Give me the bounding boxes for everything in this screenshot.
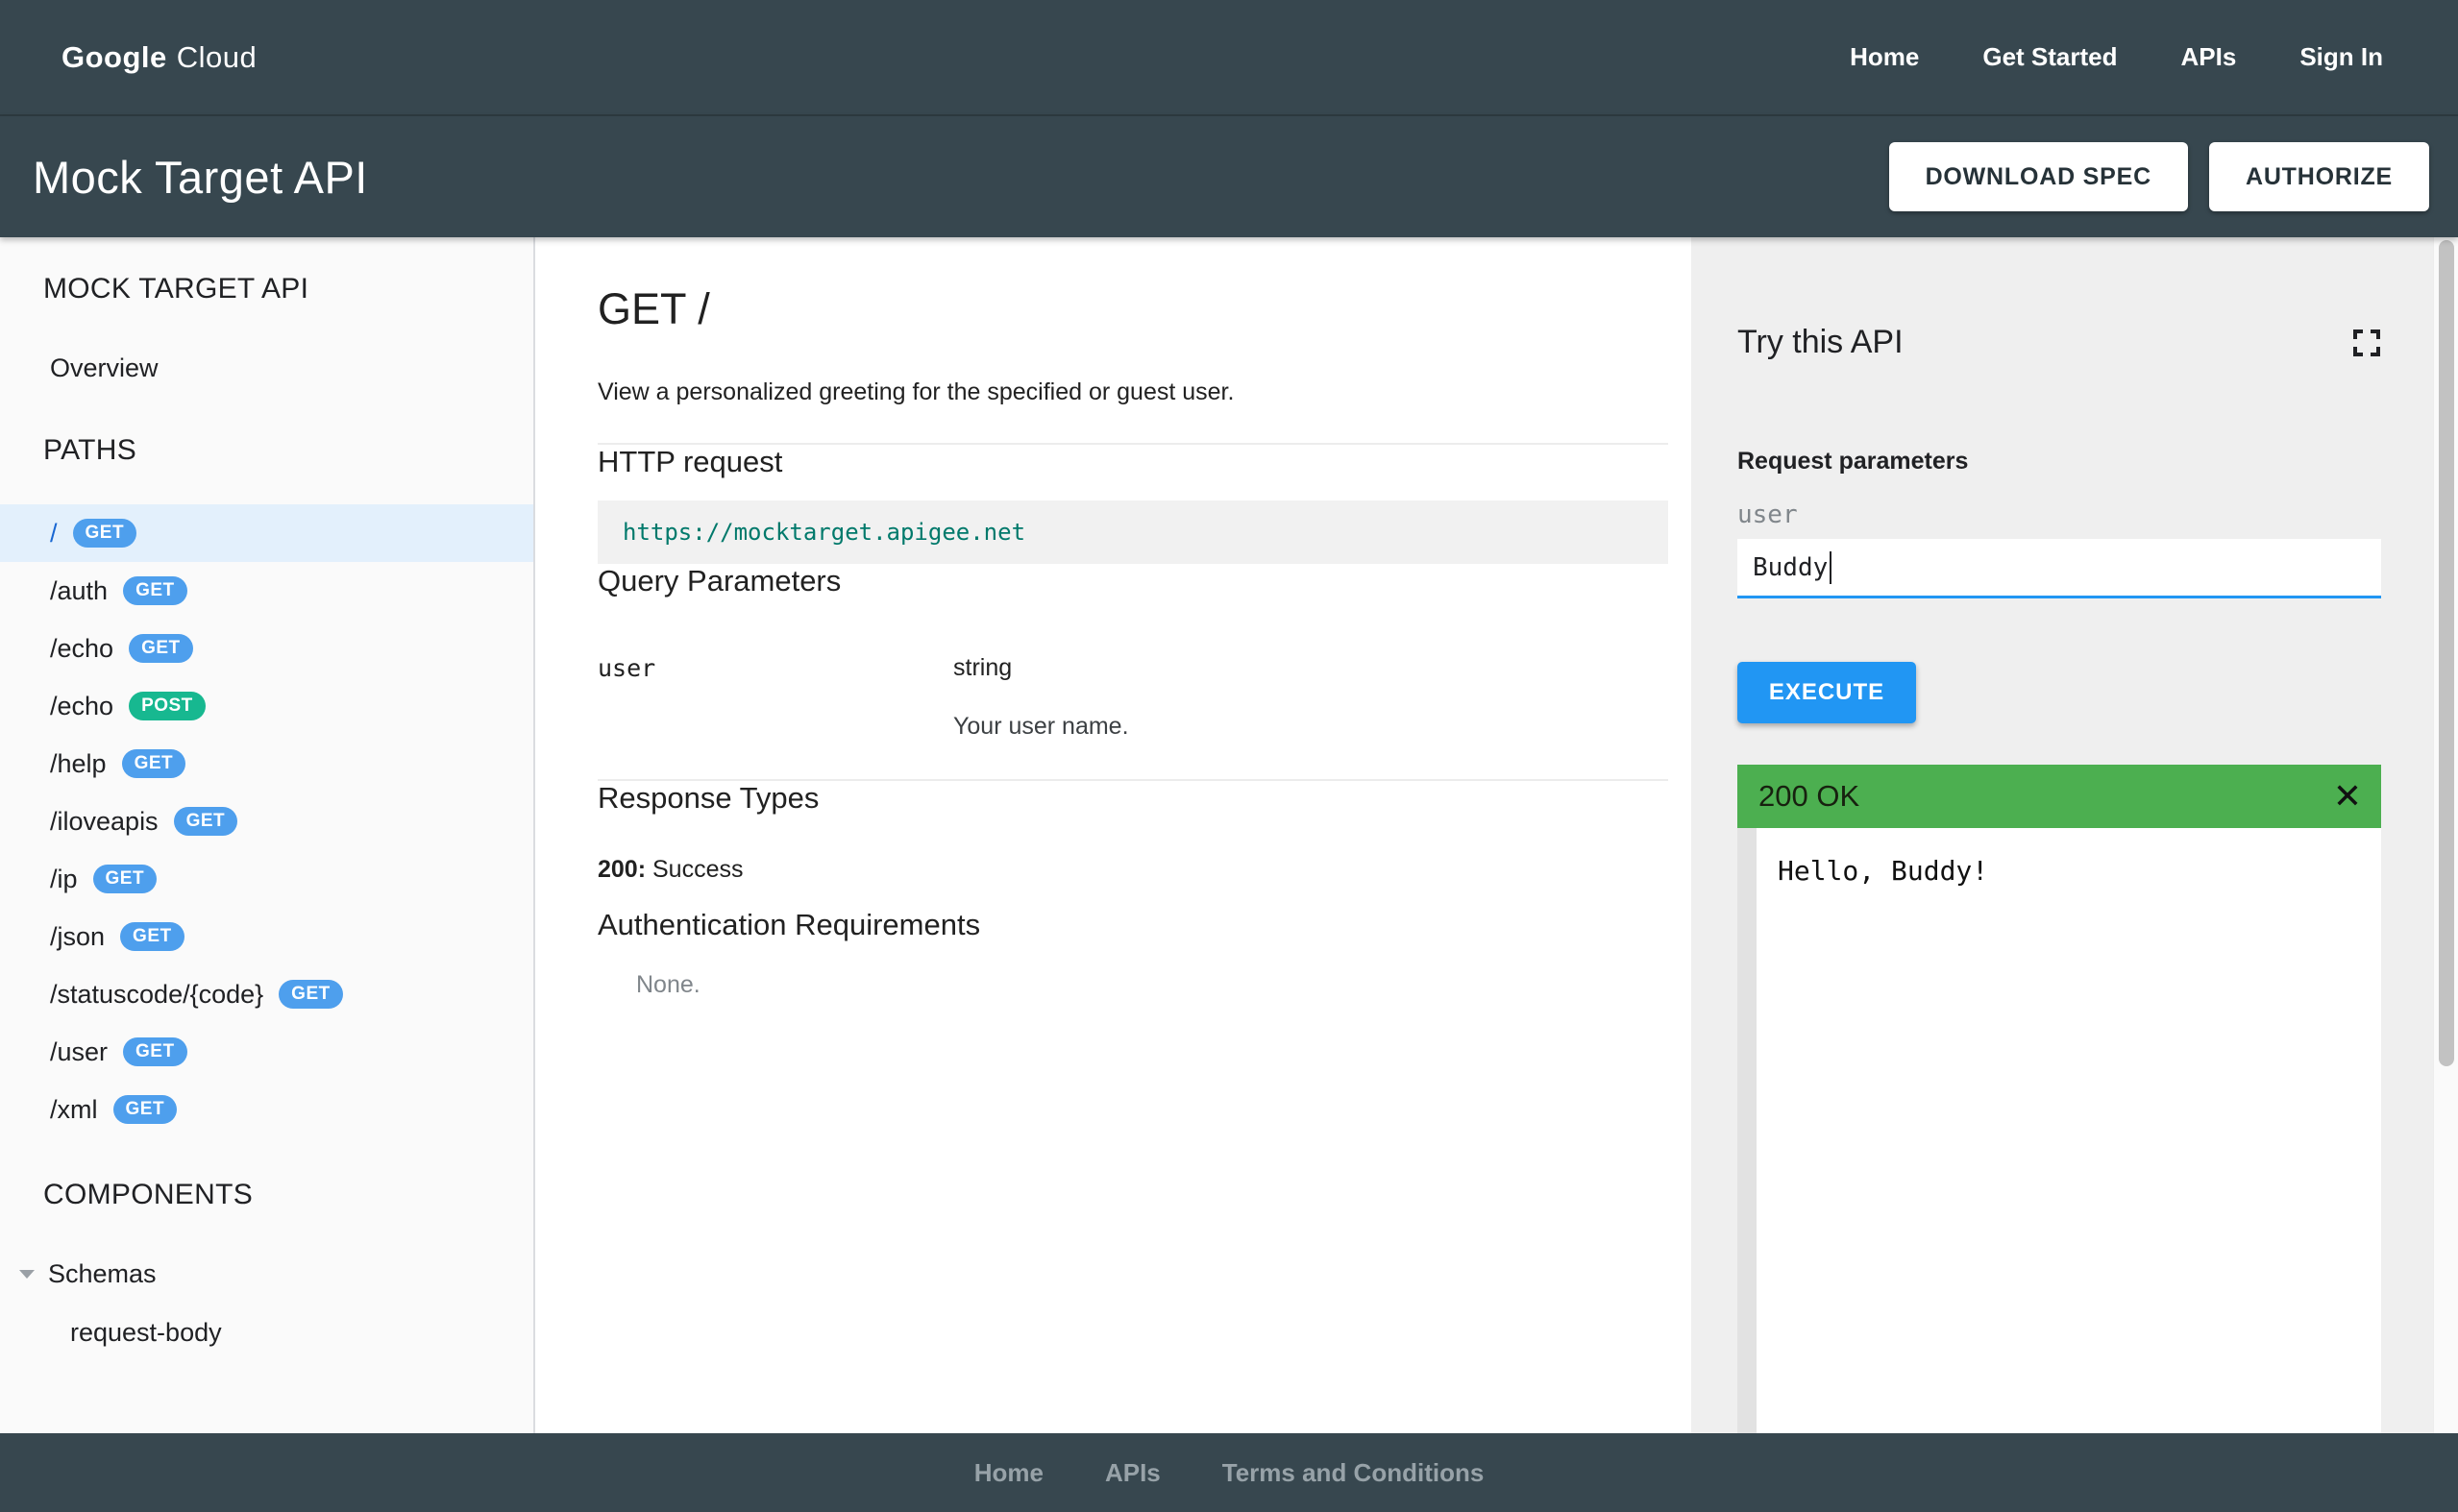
response-type-entry: 200: Success [598, 856, 1668, 884]
path-label: /echo [50, 691, 114, 720]
sidebar-paths-list: / GET /auth GET /echo GET /echo POST /he… [0, 504, 533, 1138]
sidebar-paths-heading: PATHS [43, 434, 137, 466]
path-label: /iloveapis [50, 806, 159, 836]
footer-link-home[interactable]: Home [974, 1458, 1044, 1488]
sidebar-components-heading: COMPONENTS [43, 1179, 254, 1210]
path-label: /help [50, 748, 107, 778]
sidebar-item-overview[interactable]: Overview [0, 341, 533, 395]
nav-link-get-started[interactable]: Get Started [1982, 42, 2117, 72]
top-nav: Google Cloud Home Get Started APIs Sign … [0, 0, 2458, 116]
sidebar-item-path-user[interactable]: /user GET [0, 1023, 533, 1081]
response-body-row: Hello, Buddy! [1737, 828, 2381, 1433]
path-label: /xml [50, 1094, 98, 1124]
footer-link-terms[interactable]: Terms and Conditions [1222, 1458, 1485, 1488]
sidebar-api-title: MOCK TARGET API [43, 273, 309, 305]
sidebar-item-path-json[interactable]: /json GET [0, 908, 533, 965]
page-header: Mock Target API DOWNLOAD SPEC AUTHORIZE [0, 116, 2458, 237]
nav-links: Home Get Started APIs Sign In [1850, 42, 2383, 72]
query-parameter-name: user [598, 654, 656, 682]
method-badge-get: GET [123, 576, 187, 605]
response-status-bar: 200 OK ✕ [1737, 765, 2381, 828]
method-badge-get: GET [123, 1037, 187, 1066]
sidebar: MOCK TARGET API Overview PATHS / GET /au… [0, 237, 535, 1433]
execute-button[interactable]: EXECUTE [1737, 662, 1916, 723]
sidebar-item-path-auth[interactable]: /auth GET [0, 562, 533, 620]
query-parameter-description: Your user name. [953, 713, 1129, 740]
user-param-value: Buddy [1753, 552, 1829, 582]
endpoint-description: View a personalized greeting for the spe… [598, 378, 1235, 405]
text-caret [1830, 550, 1832, 584]
logo-google-text: Google [61, 39, 167, 74]
footer-link-apis[interactable]: APIs [1105, 1458, 1161, 1488]
auth-requirements-heading: Authentication Requirements [598, 908, 981, 941]
path-label: /echo [50, 633, 114, 663]
scrollbar-thumb[interactable] [2439, 240, 2454, 1066]
path-label: /statuscode/{code} [50, 979, 264, 1009]
method-badge-get: GET [173, 807, 238, 836]
request-parameters-label: Request parameters [1737, 448, 1969, 475]
content-row: MOCK TARGET API Overview PATHS / GET /au… [0, 237, 2458, 1433]
user-param-input[interactable]: Buddy [1737, 539, 2381, 598]
method-badge-get: GET [279, 980, 343, 1009]
method-badge-get: GET [129, 634, 193, 663]
response-scrollbar-gutter [1737, 828, 1757, 1433]
sidebar-item-path-root[interactable]: / GET [0, 504, 533, 562]
sidebar-item-path-statuscode[interactable]: /statuscode/{code} GET [0, 965, 533, 1023]
method-badge-get: GET [112, 1095, 178, 1124]
path-label: /ip [50, 864, 78, 893]
sidebar-item-path-xml[interactable]: /xml GET [0, 1081, 533, 1138]
sidebar-item-path-iloveapis[interactable]: /iloveapis GET [0, 793, 533, 850]
try-api-title: Try this API [1737, 324, 1904, 360]
logo-cloud-text: Cloud [176, 39, 258, 74]
path-label: / [50, 518, 58, 548]
method-badge-get: GET [120, 922, 184, 951]
sidebar-item-path-echo-post[interactable]: /echo POST [0, 677, 533, 735]
response-text: Success [646, 856, 744, 883]
page-scrollbar [2433, 237, 2458, 1433]
auth-requirements-value: None. [636, 971, 701, 998]
sidebar-item-schemas[interactable]: Schemas [0, 1247, 533, 1301]
query-parameter-row: user string [598, 654, 1668, 682]
sidebar-components-section: COMPONENTS Schemas request-body [0, 1168, 533, 1359]
method-badge-get: GET [121, 749, 186, 778]
main-content: GET / View a personalized greeting for t… [535, 237, 1691, 1433]
response-body: Hello, Buddy! [1757, 828, 2381, 1433]
param-user-label: user [1737, 500, 1798, 529]
footer: Home APIs Terms and Conditions [0, 1433, 2458, 1512]
authorize-button[interactable]: AUTHORIZE [2208, 142, 2429, 211]
response-status: 200 OK [1758, 779, 1860, 813]
response-types-heading: Response Types [598, 781, 820, 815]
response-code: 200: [598, 856, 647, 883]
fullscreen-icon[interactable] [2352, 329, 2381, 357]
sidebar-item-request-body[interactable]: request-body [0, 1305, 533, 1359]
path-label: /json [50, 921, 106, 951]
nav-link-apis[interactable]: APIs [2181, 42, 2237, 72]
nav-link-sign-in[interactable]: Sign In [2299, 42, 2383, 72]
method-badge-get: GET [92, 865, 158, 893]
path-label: /auth [50, 575, 109, 605]
http-request-heading: HTTP request [598, 445, 783, 478]
google-cloud-logo[interactable]: Google Cloud [61, 40, 257, 75]
page-title: Mock Target API [33, 151, 368, 203]
response-block: 200 OK ✕ Hello, Buddy! [1737, 765, 2381, 1433]
query-parameters-heading: Query Parameters [598, 564, 842, 597]
page: Google Cloud Home Get Started APIs Sign … [0, 0, 2458, 1512]
close-icon[interactable]: ✕ [2333, 779, 2362, 814]
try-api-panel: Try this API Request parameters user Bud… [1691, 237, 2433, 1433]
try-api-title-row: Try this API [1737, 324, 2381, 361]
endpoint-title: GET / [598, 284, 710, 333]
query-parameter-type: string [953, 654, 1013, 681]
method-badge-get: GET [72, 519, 137, 548]
chevron-down-icon [19, 1269, 35, 1279]
download-spec-button[interactable]: DOWNLOAD SPEC [1888, 142, 2188, 211]
sidebar-item-path-echo-get[interactable]: /echo GET [0, 620, 533, 677]
method-badge-post: POST [129, 692, 206, 720]
path-label: /user [50, 1036, 109, 1066]
http-request-url-box: https://mocktarget.apigee.net [598, 500, 1668, 564]
sidebar-item-path-ip[interactable]: /ip GET [0, 850, 533, 908]
nav-link-home[interactable]: Home [1850, 42, 1919, 72]
sidebar-item-path-help[interactable]: /help GET [0, 735, 533, 793]
http-request-url: https://mocktarget.apigee.net [623, 519, 1026, 546]
header-buttons: DOWNLOAD SPEC AUTHORIZE [1888, 142, 2429, 211]
